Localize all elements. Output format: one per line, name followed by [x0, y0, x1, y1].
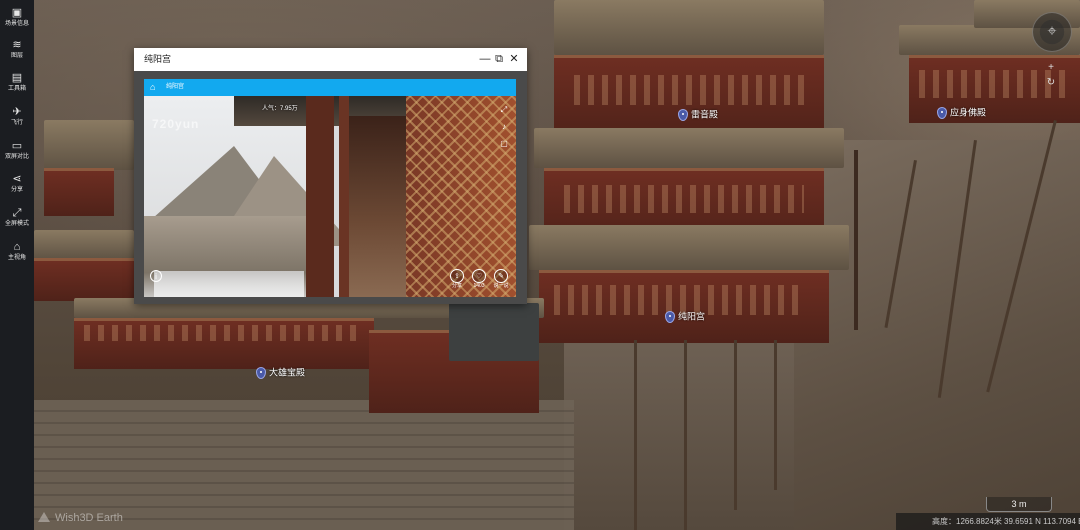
comment-icon: ✎ [494, 269, 508, 283]
minimize-icon[interactable]: — [478, 48, 492, 71]
fullscreen-icon: ⤢ [12, 207, 22, 219]
share-icon: ⋖ [12, 173, 22, 185]
pano-comment-button[interactable]: ✎ 说一说 [492, 269, 510, 290]
poi-label: 应身佛殿 [950, 107, 987, 118]
support-pole [634, 340, 637, 530]
support-pole [684, 340, 687, 530]
share-icon: ⇪ [450, 269, 464, 283]
pano-watermark: 720yun [152, 117, 200, 131]
gyroscope-icon[interactable]: ▢ [498, 138, 510, 149]
popup-title: 纯阳宫 [144, 54, 172, 64]
poi-label: 纯阳宫 [678, 311, 706, 322]
poi-marker[interactable]: 应身佛殿 [937, 105, 986, 119]
poi-popup-window: 纯阳宫 — ⧉ ✕ ⌂ 纯阳宫 720yun 人气：7.95万 ⤢ ♪ ▢ i … [134, 48, 527, 304]
popup-header: 纯阳宫 — ⧉ ✕ [134, 48, 527, 71]
support-pole [774, 340, 777, 490]
poi-label: 雷音殿 [691, 109, 719, 120]
temple-roof [449, 303, 539, 361]
fullscreen-icon[interactable]: ⤢ [498, 104, 510, 115]
stone-wall [34, 400, 574, 530]
pano-snow [154, 271, 304, 297]
sidebar-item-label: 场景信息 [4, 21, 29, 27]
sidebar-item-layers[interactable]: ≋ 图层 [0, 35, 34, 65]
sidebar-item-label: 分享 [10, 187, 23, 193]
sidebar-item-toolbox[interactable]: ▤ 工具箱 [0, 68, 34, 98]
poi-marker[interactable]: 大雄宝殿 [256, 365, 305, 379]
coordinates-readout: 高度：1266.8824米 39.6591 N 113.7094 E [896, 513, 1080, 530]
zoom-in-icon[interactable]: + [1044, 62, 1058, 74]
panorama-title: 纯阳宫 [166, 84, 185, 90]
logo-icon [38, 512, 50, 522]
temple-roof [34, 230, 134, 260]
sidebar-item-fullscreen[interactable]: ⤢ 全屏模式 [0, 203, 34, 233]
map-pin-icon [678, 108, 688, 121]
pano-share-button[interactable]: ⇪ 分享 [448, 269, 466, 290]
scale-bar: 3 m [986, 497, 1052, 512]
sidebar-item-label: 双屏对比 [4, 154, 29, 160]
temple-hall [34, 258, 134, 301]
temple-window [564, 185, 804, 213]
pano-button-label: 分享 [451, 283, 462, 289]
temple-hall [44, 168, 114, 216]
support-pole [854, 150, 858, 330]
temple-roof [44, 120, 134, 170]
layers-icon: ≋ [12, 39, 22, 51]
map-pin-icon [937, 106, 947, 119]
sidebar-item-fly[interactable]: ✈ 飞行 [0, 102, 34, 132]
brand-logo: Wish3D Earth [38, 512, 123, 524]
like-icon: ♡ [472, 269, 486, 283]
temple-window [574, 75, 804, 105]
monitor-icon: ▣ [11, 7, 23, 19]
left-sidebar: ▣ 场景信息 ≋ 图层 ▤ 工具箱 ✈ 飞行 ▭ 双屏对比 ⋖ 分享 ⤢ 全屏模… [0, 0, 34, 530]
toolbox-icon: ▤ [11, 72, 23, 84]
sidebar-item-label: 飞行 [10, 120, 23, 126]
audio-icon[interactable]: ♪ [498, 121, 510, 132]
pano-corridor [349, 116, 409, 297]
brand-name: Wish3D Earth [55, 512, 123, 524]
compass-icon[interactable]: ⌖ [1032, 12, 1072, 52]
pano-pillar [339, 96, 349, 297]
sidebar-item-dual-screen[interactable]: ▭ 双屏对比 [0, 136, 34, 166]
sidebar-item-home-view[interactable]: ⌂ 主视角 [0, 237, 34, 267]
pano-pillar [306, 96, 334, 297]
temple-window [84, 325, 364, 341]
sidebar-item-label: 全屏模式 [4, 221, 29, 227]
pano-button-label: 1403 [473, 283, 485, 289]
poi-marker[interactable]: 雷音殿 [678, 107, 718, 121]
panorama-title-bar: ⌂ 纯阳宫 [144, 79, 516, 96]
plane-icon: ✈ [12, 106, 22, 118]
dual-screen-icon: ▭ [11, 140, 23, 152]
close-icon[interactable]: ✕ [507, 48, 521, 71]
poi-label: 大雄宝殿 [269, 367, 306, 378]
sidebar-item-label: 工具箱 [7, 86, 26, 92]
pano-like-button[interactable]: ♡ 1403 [470, 269, 488, 290]
temple-roof [554, 0, 824, 55]
panorama-viewer[interactable]: 720yun 人气：7.95万 ⤢ ♪ ▢ i ⇪ 分享 ♡ 1403 ✎ 说一… [144, 96, 516, 297]
pano-popularity: 人气：7.95万 [262, 106, 298, 112]
map-pin-icon [256, 366, 266, 379]
poi-marker[interactable]: 纯阳宫 [665, 309, 705, 323]
maximize-icon[interactable]: ⧉ [492, 48, 506, 71]
map-pin-icon [665, 310, 675, 323]
sidebar-item-share[interactable]: ⋖ 分享 [0, 169, 34, 199]
support-pole [734, 340, 737, 510]
home-icon[interactable]: ⌂ [150, 82, 160, 92]
reset-view-icon[interactable]: ↻ [1044, 77, 1058, 89]
sidebar-item-label: 图层 [10, 53, 23, 59]
pano-button-label: 说一说 [493, 283, 509, 289]
sidebar-item-label: 主视角 [7, 255, 26, 261]
home-icon: ⌂ [13, 241, 21, 253]
temple-roof [529, 225, 849, 270]
sidebar-item-scene-info[interactable]: ▣ 场景信息 [0, 3, 34, 33]
info-icon[interactable]: i [150, 270, 162, 282]
temple-roof [534, 128, 844, 168]
